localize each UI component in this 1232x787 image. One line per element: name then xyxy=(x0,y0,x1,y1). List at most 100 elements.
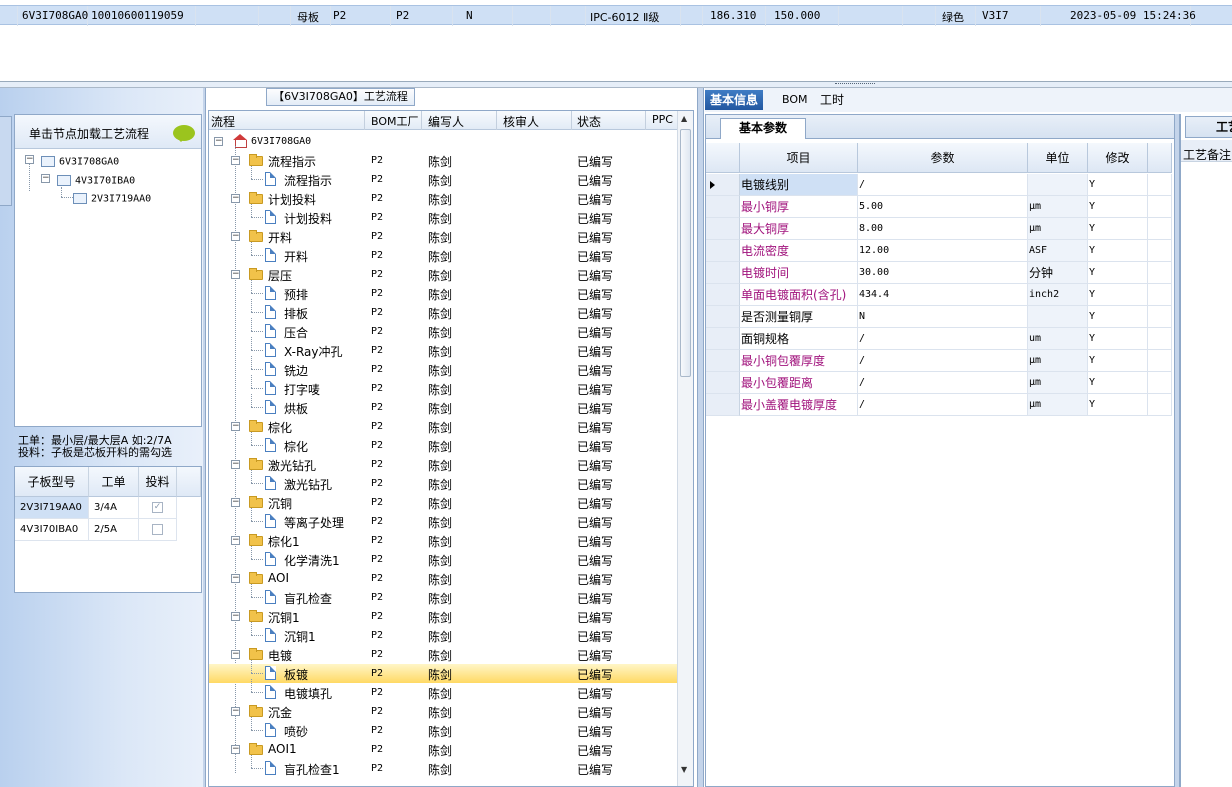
param-row[interactable]: 电流密度 12.00 ASF Y xyxy=(706,240,1172,262)
sub-board-feed[interactable] xyxy=(139,519,177,541)
flow-step-row[interactable]: 烘板 P2 陈剑 已编写 xyxy=(209,394,677,417)
flow-group-row[interactable]: − AOI P2 陈剑 已编写 xyxy=(209,569,677,588)
col-header-model[interactable]: 子板型号 xyxy=(15,467,89,497)
tree-node-child[interactable]: 4V3I70IBA0 xyxy=(57,175,135,187)
flow-step-row[interactable]: 排板 P2 陈剑 已编写 xyxy=(209,299,677,322)
tab-bom[interactable]: BOM xyxy=(777,90,813,110)
row-header[interactable] xyxy=(706,394,740,416)
flow-step-row[interactable]: 电镀填孔 P2 陈剑 已编写 xyxy=(209,679,677,702)
tree-collapse-toggle[interactable]: − xyxy=(231,270,240,279)
sub-board-order[interactable]: 3/4A xyxy=(89,497,139,519)
flow-step-row[interactable]: 盲孔检查 P2 陈剑 已编写 xyxy=(209,584,677,607)
left-splitter[interactable] xyxy=(203,88,206,787)
tab-basic-info[interactable]: 基本信息 xyxy=(705,90,764,110)
row-header[interactable] xyxy=(706,262,740,284)
tree-node-root[interactable]: 6V3I708GA0 xyxy=(41,156,119,168)
param-row[interactable]: 最大铜厚 8.00 μm Y xyxy=(706,218,1172,240)
flow-step-row[interactable]: 计划投料 P2 陈剑 已编写 xyxy=(209,204,677,227)
tree-collapse-toggle[interactable]: − xyxy=(231,232,240,241)
param-value[interactable]: / xyxy=(858,394,1028,416)
splitter-grip[interactable] xyxy=(835,83,875,86)
param-value[interactable]: / xyxy=(858,372,1028,394)
param-value[interactable]: 8.00 xyxy=(858,218,1028,240)
flow-group-row[interactable]: − 计划投料 P2 陈剑 已编写 xyxy=(209,189,677,208)
flow-step-row[interactable]: 板镀 P2 陈剑 已编写 xyxy=(209,660,677,683)
sub-board-order[interactable]: 2/5A xyxy=(89,519,139,541)
param-row[interactable]: 最小盖覆电镀厚度 / μm Y xyxy=(706,394,1172,416)
param-row[interactable]: 最小包覆距离 / μm Y xyxy=(706,372,1172,394)
param-value[interactable]: / xyxy=(858,350,1028,372)
row-header[interactable] xyxy=(706,328,740,350)
flow-step-row[interactable]: X-Ray冲孔 P2 陈剑 已编写 xyxy=(209,337,677,360)
tree-collapse-toggle[interactable]: − xyxy=(25,155,34,164)
col-header-modify[interactable]: 修改 xyxy=(1088,143,1148,173)
col-header-item[interactable]: 项目 xyxy=(740,143,858,173)
col-header-feed[interactable]: 投料 xyxy=(139,467,177,497)
col-header-writer[interactable]: 编写人 xyxy=(428,113,464,130)
param-row[interactable]: 最小铜包覆厚度 / μm Y xyxy=(706,350,1172,372)
param-value[interactable]: 434.4 xyxy=(858,284,1028,306)
param-row[interactable]: 电镀时间 30.00 分钟 Y xyxy=(706,262,1172,284)
row-header[interactable] xyxy=(706,306,740,328)
param-value[interactable]: N xyxy=(858,306,1028,328)
flow-group-row[interactable]: − 激光钻孔 P2 陈剑 已编写 xyxy=(209,455,677,474)
row-header[interactable] xyxy=(706,372,740,394)
tree-collapse-toggle[interactable]: − xyxy=(231,745,240,754)
col-header-param[interactable]: 参数 xyxy=(858,143,1028,173)
param-row[interactable]: 单面电镀面积(含孔) 434.4 inch2 Y xyxy=(706,284,1172,306)
row-header[interactable] xyxy=(706,196,740,218)
flow-group-row[interactable]: − 沉铜1 P2 陈剑 已编写 xyxy=(209,607,677,626)
flow-group-row[interactable]: − 棕化 P2 陈剑 已编写 xyxy=(209,417,677,436)
param-value[interactable]: 12.00 xyxy=(858,240,1028,262)
flow-step-row[interactable]: 铣边 P2 陈剑 已编写 xyxy=(209,356,677,379)
param-row[interactable]: 最小铜厚 5.00 μm Y xyxy=(706,196,1172,218)
col-header-order[interactable]: 工单 xyxy=(89,467,139,497)
feed-checkbox[interactable] xyxy=(152,523,163,535)
sub-board-feed[interactable]: ✓ xyxy=(139,497,177,519)
middle-splitter[interactable] xyxy=(697,88,704,787)
flow-root-row[interactable]: − 6V3I708GA0 xyxy=(209,132,677,151)
param-value[interactable]: / xyxy=(858,174,1028,196)
vertical-scrollbar[interactable]: ▲ ▼ xyxy=(677,111,693,786)
tree-collapse-toggle[interactable]: − xyxy=(231,574,240,583)
flow-step-row[interactable]: 开料 P2 陈剑 已编写 xyxy=(209,242,677,265)
col-header-unit[interactable]: 单位 xyxy=(1028,143,1088,173)
tree-collapse-toggle[interactable]: − xyxy=(41,174,50,183)
sub-board-model[interactable]: 4V3I70IBA0 xyxy=(15,519,89,541)
sub-board-model[interactable]: 2V3I719AA0 xyxy=(15,497,89,519)
flow-step-row[interactable]: 预排 P2 陈剑 已编写 xyxy=(209,280,677,303)
flow-step-row[interactable]: 喷砂 P2 陈剑 已编写 xyxy=(209,717,677,740)
tab-basic-params[interactable]: 基本参数 xyxy=(720,118,806,139)
order-row-selected[interactable]: 6V3I708GA0 10010600119059 母板 P2 P2 N IPC-6012 … xyxy=(0,5,1232,26)
tree-collapse-toggle[interactable]: − xyxy=(214,137,223,146)
row-header[interactable] xyxy=(706,218,740,240)
tree-node-grandchild[interactable]: 2V3I719AA0 xyxy=(73,193,151,205)
flow-group-row[interactable]: − 流程指示 P2 陈剑 已编写 xyxy=(209,151,677,170)
row-header[interactable] xyxy=(706,240,740,262)
row-header[interactable] xyxy=(706,284,740,306)
flow-group-row[interactable]: − 电镀 P2 陈剑 已编写 xyxy=(209,645,677,664)
col-header-ppc[interactable]: PPC xyxy=(652,113,673,126)
flow-step-row[interactable]: 等离子处理 P2 陈剑 已编写 xyxy=(209,508,677,531)
flow-group-row[interactable]: − 棕化1 P2 陈剑 已编写 xyxy=(209,531,677,550)
tree-collapse-toggle[interactable]: − xyxy=(231,156,240,165)
row-header[interactable] xyxy=(706,174,740,196)
flow-step-row[interactable]: 沉铜1 P2 陈剑 已编写 xyxy=(209,622,677,645)
col-header-reviewer[interactable]: 核审人 xyxy=(503,113,539,130)
flow-step-row[interactable]: 化学清洗1 P2 陈剑 已编写 xyxy=(209,546,677,569)
tree-collapse-toggle[interactable]: − xyxy=(231,650,240,659)
tree-collapse-toggle[interactable]: − xyxy=(231,498,240,507)
feed-checkbox[interactable]: ✓ xyxy=(152,501,163,513)
param-row[interactable]: 面铜规格 / um Y xyxy=(706,328,1172,350)
flow-group-row[interactable]: − 沉铜 P2 陈剑 已编写 xyxy=(209,493,677,512)
tree-collapse-toggle[interactable]: − xyxy=(231,422,240,431)
scroll-down-icon[interactable]: ▼ xyxy=(681,765,687,774)
flow-group-row[interactable]: − 开料 P2 陈剑 已编写 xyxy=(209,227,677,246)
tree-collapse-toggle[interactable]: − xyxy=(231,536,240,545)
flow-step-row[interactable]: 盲孔检查1 P2 陈剑 已编写 xyxy=(209,755,677,778)
tree-collapse-toggle[interactable]: − xyxy=(231,194,240,203)
flow-step-row[interactable]: 激光钻孔 P2 陈剑 已编写 xyxy=(209,470,677,493)
tree-collapse-toggle[interactable]: − xyxy=(231,612,240,621)
tree-collapse-toggle[interactable]: − xyxy=(231,707,240,716)
flow-group-row[interactable]: − 沉金 P2 陈剑 已编写 xyxy=(209,702,677,721)
